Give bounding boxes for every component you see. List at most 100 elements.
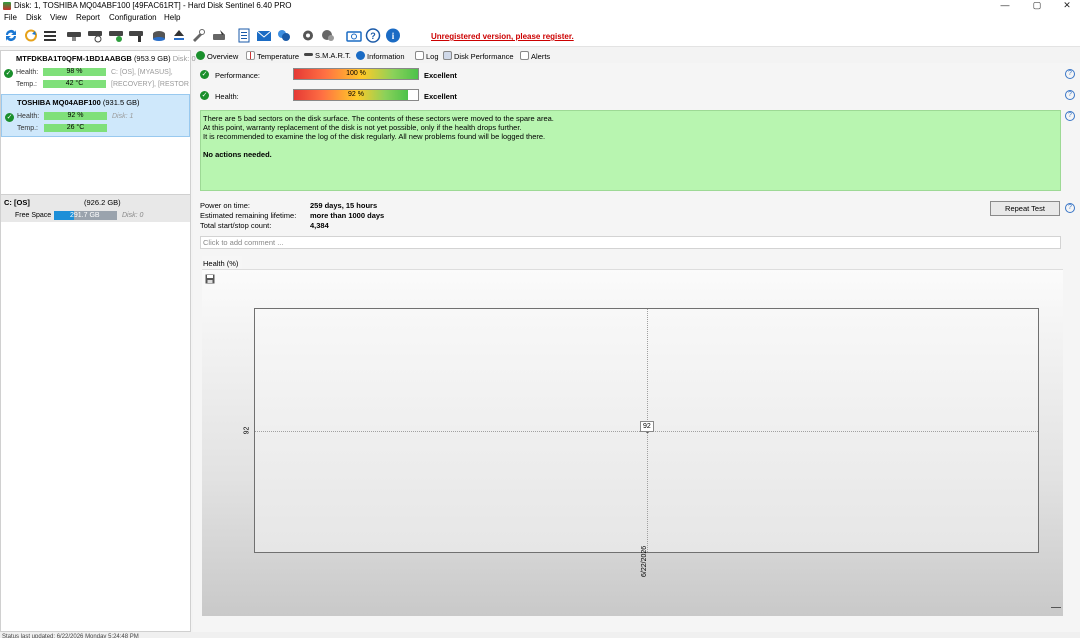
- save-icon[interactable]: [205, 274, 215, 284]
- unregistered-link[interactable]: Unregistered version, please register.: [431, 32, 574, 41]
- volume-name: C: [OS]: [4, 198, 30, 207]
- startstop-value: 4,384: [310, 221, 329, 230]
- minimize-chart-icon[interactable]: [1051, 607, 1061, 608]
- list-icon[interactable]: [42, 28, 58, 43]
- remaining-value: more than 1000 days: [310, 211, 385, 220]
- menu-report[interactable]: Report: [76, 13, 100, 22]
- info-icon[interactable]: i: [385, 28, 401, 43]
- tab-disk-performance[interactable]: Disk Performance: [443, 51, 514, 61]
- health-label: Health:: [215, 92, 239, 101]
- menu-help[interactable]: Help: [164, 13, 180, 22]
- check-icon: ✓: [200, 91, 209, 100]
- network-icon[interactable]: [276, 28, 292, 43]
- menu-configuration[interactable]: Configuration: [109, 13, 157, 22]
- x-tick-label: 6/22/2026: [641, 545, 648, 577]
- disk-item-1[interactable]: TOSHIBA MQ04ABF100 (931.5 GB) ✓ Health: …: [1, 94, 190, 137]
- volume-item[interactable]: C: [OS] (926.2 GB) Free Space 291.7 GB D…: [1, 194, 190, 222]
- disk-schedule-icon[interactable]: [87, 28, 103, 43]
- refresh-all-icon[interactable]: [23, 28, 39, 43]
- window-title: Disk: 1, TOSHIBA MQ04ABF100 [49FAC61RT] …: [14, 1, 292, 10]
- volume-size: (926.2 GB): [84, 198, 121, 207]
- comment-input[interactable]: Click to add comment ...: [200, 236, 1061, 249]
- chart-tab-health[interactable]: Health (%): [202, 256, 242, 270]
- free-space-value: 291.7 GB: [70, 212, 100, 219]
- disk-ok-icon[interactable]: [108, 28, 124, 43]
- menu-file[interactable]: File: [4, 13, 17, 22]
- tab-bar: Overview Temperature S.M.A.R.T. Informat…: [193, 50, 1080, 63]
- disk-surface-test-icon[interactable]: [66, 28, 82, 43]
- temp-label: Temp.:: [17, 125, 39, 132]
- tools-icon[interactable]: [191, 28, 207, 43]
- refresh-icon[interactable]: [3, 28, 19, 43]
- chart-area: 92 92 6/22/2026: [202, 269, 1063, 616]
- health-bar: 98 %: [43, 68, 106, 76]
- minimize-button[interactable]: —: [990, 0, 1020, 12]
- tab-information[interactable]: Information: [356, 51, 405, 61]
- disk-name: MTFDKBA1T0QFM-1BD1AABGB (953.9 GB) Disk:…: [16, 54, 196, 63]
- temperature-bar: 26 °C: [44, 124, 107, 132]
- check-icon: ✓: [4, 69, 13, 78]
- advanced-settings-icon[interactable]: [320, 28, 336, 43]
- check-icon: ✓: [200, 70, 209, 79]
- health-rating: Excellent: [424, 92, 457, 101]
- volumes-line-1: C: [OS], [MYASUS],: [111, 69, 173, 76]
- remaining-label: Estimated remaining lifetime:: [200, 211, 297, 220]
- help-icon[interactable]: ?: [1065, 69, 1075, 79]
- plot-area: 92 92 6/22/2026: [243, 308, 1039, 577]
- data-label: 92: [640, 421, 654, 432]
- app-icon: [3, 2, 11, 10]
- disk-tools-icon[interactable]: [211, 28, 227, 43]
- toolbar: ? i Unregistered version, please registe…: [0, 24, 1080, 47]
- health-chart: Health (%) 92 92 6/22/2026: [202, 256, 1063, 616]
- svg-text:?: ?: [370, 31, 376, 41]
- settings-icon[interactable]: [300, 28, 316, 43]
- tab-overview[interactable]: Overview: [196, 51, 238, 61]
- disk-list-panel: MTFDKBA1T0QFM-1BD1AABGB (953.9 GB) Disk:…: [0, 50, 196, 632]
- volumes-line-2: [RECOVERY], [RESTOR: [111, 81, 189, 88]
- help-icon[interactable]: ?: [1065, 90, 1075, 100]
- health-label: Health:: [17, 113, 40, 120]
- help-icon[interactable]: ?: [1065, 111, 1075, 121]
- volume-disk: Disk: 0: [122, 212, 144, 219]
- menu-disk[interactable]: Disk: [26, 13, 42, 22]
- title-bar: Disk: 1, TOSHIBA MQ04ABF100 [49FAC61RT] …: [0, 0, 1080, 12]
- performance-rating: Excellent: [424, 71, 457, 80]
- y-tick-label: 92: [243, 426, 251, 435]
- report-icon[interactable]: [236, 28, 252, 43]
- close-button[interactable]: ✕: [1052, 0, 1080, 12]
- maximize-button[interactable]: ▢: [1022, 0, 1052, 12]
- temperature-bar: 42 °C: [43, 80, 106, 88]
- performance-bar: 100 %: [293, 68, 419, 80]
- disk-number: Disk: 1: [112, 113, 134, 120]
- status-bar: Status last updated: 6/22/2026 Monday 5:…: [0, 632, 1080, 638]
- message-action: No actions needed.: [203, 150, 272, 159]
- health-label: Health:: [16, 69, 39, 76]
- tab-log[interactable]: Log: [415, 51, 439, 61]
- menu-bar: File Disk View Report Configuration Help: [0, 12, 1080, 24]
- overview-panel: ✓ Performance: 100 % Excellent ? ✓ Healt…: [193, 63, 1080, 633]
- status-message: There are 5 bad sectors on the disk surf…: [200, 110, 1061, 191]
- help-icon[interactable]: ?: [1065, 203, 1075, 213]
- disk-alert-icon[interactable]: [128, 28, 144, 43]
- temp-label: Temp.:: [16, 81, 38, 88]
- health-value: 92 %: [348, 91, 364, 98]
- tab-temperature[interactable]: Temperature: [246, 51, 299, 61]
- disk-name: TOSHIBA MQ04ABF100 (931.5 GB): [17, 98, 140, 107]
- health-bar: 92 %: [293, 89, 419, 101]
- tab-alerts[interactable]: Alerts: [520, 51, 550, 61]
- tab-smart[interactable]: S.M.A.R.T.: [304, 51, 351, 60]
- power-on-label: Power on time:: [200, 201, 251, 210]
- menu-view[interactable]: View: [50, 13, 67, 22]
- check-icon: ✓: [5, 113, 14, 122]
- free-space-bar: 291.7 GB: [54, 211, 117, 220]
- disk-item-0[interactable]: MTFDKBA1T0QFM-1BD1AABGB (953.9 GB) Disk:…: [1, 51, 196, 94]
- power-on-value: 259 days, 15 hours: [310, 201, 378, 210]
- eject-icon[interactable]: [171, 28, 187, 43]
- health-bar: 92 %: [44, 112, 107, 120]
- mail-icon[interactable]: [256, 28, 272, 43]
- hard-drive-icon[interactable]: [151, 28, 167, 43]
- help-icon[interactable]: ?: [365, 28, 381, 43]
- repeat-test-button[interactable]: Repeat Test: [990, 201, 1060, 216]
- performance-label: Performance:: [215, 71, 261, 80]
- camera-icon[interactable]: [346, 28, 362, 43]
